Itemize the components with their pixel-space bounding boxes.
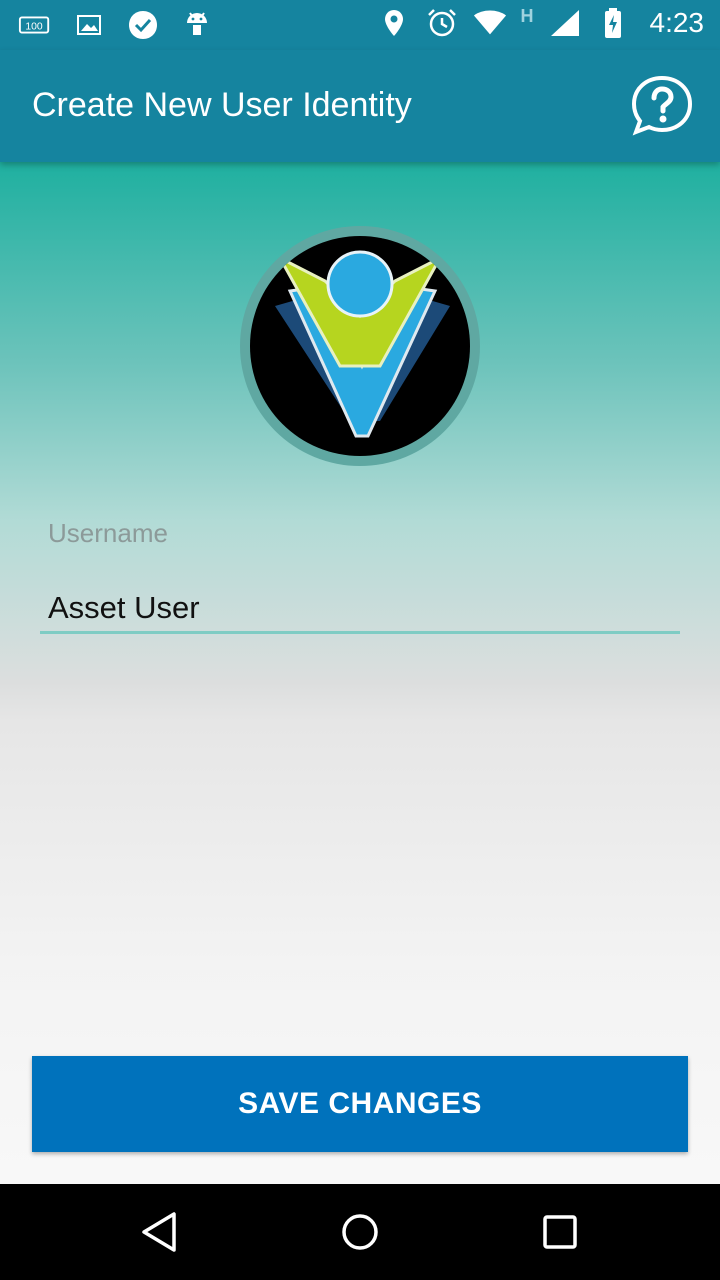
username-input[interactable] (40, 588, 680, 634)
back-icon (142, 1212, 176, 1252)
back-button[interactable] (136, 1208, 184, 1256)
signal-icon (548, 6, 582, 40)
alarm-icon (425, 6, 459, 40)
help-button[interactable] (630, 74, 694, 138)
navigation-bar (0, 1184, 720, 1280)
check-badge-icon (126, 8, 160, 42)
android-icon (180, 8, 214, 42)
home-button[interactable] (336, 1208, 384, 1256)
recents-button[interactable] (536, 1208, 584, 1256)
app-bar: Create New User Identity (0, 50, 720, 162)
network-type: H (520, 5, 534, 26)
status-bar: 100 H 4:23 (0, 0, 720, 50)
wifi-icon (473, 6, 507, 40)
recents-icon (543, 1215, 577, 1249)
location-icon (377, 6, 411, 40)
svg-text:100: 100 (25, 22, 43, 33)
user-v-logo (250, 236, 470, 456)
username-label: Username (48, 518, 168, 548)
battery-charging-icon (596, 6, 630, 40)
help-chat-icon (631, 75, 693, 136)
avatar[interactable] (240, 226, 480, 466)
home-icon (342, 1214, 378, 1250)
status-time: 4:23 (649, 7, 705, 38)
save-changes-button[interactable]: SAVE CHANGES (32, 1056, 688, 1152)
battery-100-icon: 100 (18, 8, 52, 42)
page-title: Create New User Identity (32, 86, 412, 124)
image-icon (72, 8, 106, 42)
